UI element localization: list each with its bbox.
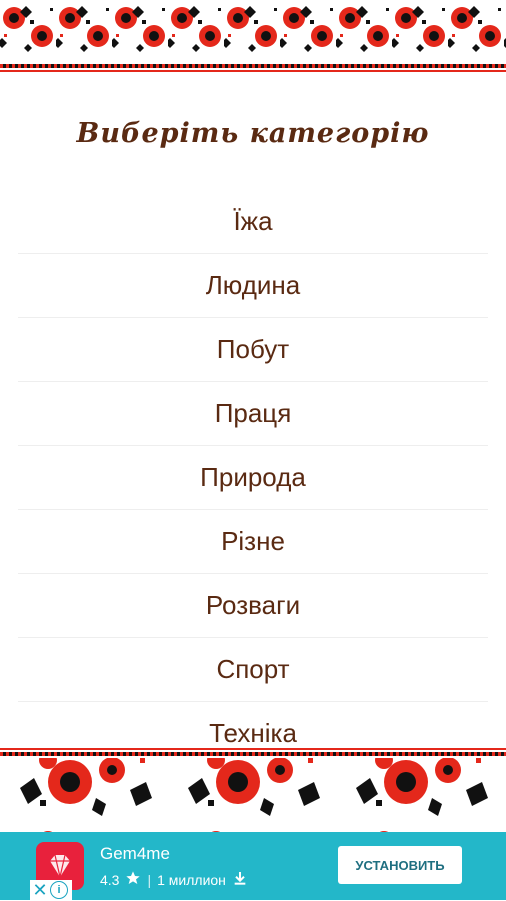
category-item-sport[interactable]: Спорт: [18, 638, 488, 702]
ad-installs: 1 миллион: [157, 871, 226, 888]
category-item-technology[interactable]: Техніка: [18, 702, 488, 748]
ad-choices[interactable]: ✕ i: [30, 880, 72, 900]
category-list: Їжа Людина Побут Праця Природа Різне Роз…: [18, 190, 488, 748]
ad-meta: 4.3 | 1 миллион: [100, 870, 248, 889]
category-item-food[interactable]: Їжа: [18, 190, 488, 254]
close-icon[interactable]: ✕: [30, 880, 50, 901]
category-item-work[interactable]: Праця: [18, 382, 488, 446]
category-item-entertainment[interactable]: Розваги: [18, 574, 488, 638]
category-item-nature[interactable]: Природа: [18, 446, 488, 510]
category-item-household[interactable]: Побут: [18, 318, 488, 382]
ad-app-name: Gem4me: [100, 844, 170, 863]
page-title: Виберіть категорію: [76, 118, 430, 149]
bottom-embroidery-border: [0, 748, 506, 832]
install-button[interactable]: УСТАНОВИТЬ: [338, 846, 462, 884]
gem-icon: [50, 854, 70, 878]
download-icon: [232, 870, 248, 889]
ad-banner[interactable]: Gem4me 4.3 | 1 миллион УСТАНОВИТЬ: [0, 832, 506, 900]
category-item-human[interactable]: Людина: [18, 254, 488, 318]
category-item-misc[interactable]: Різне: [18, 510, 488, 574]
star-icon: [125, 870, 141, 889]
embroidery-pattern-bottom: [0, 748, 506, 832]
ad-rating: 4.3: [100, 871, 120, 888]
top-embroidery-border: [0, 0, 506, 74]
info-icon[interactable]: i: [50, 881, 68, 899]
embroidery-pattern-top: [0, 0, 506, 72]
